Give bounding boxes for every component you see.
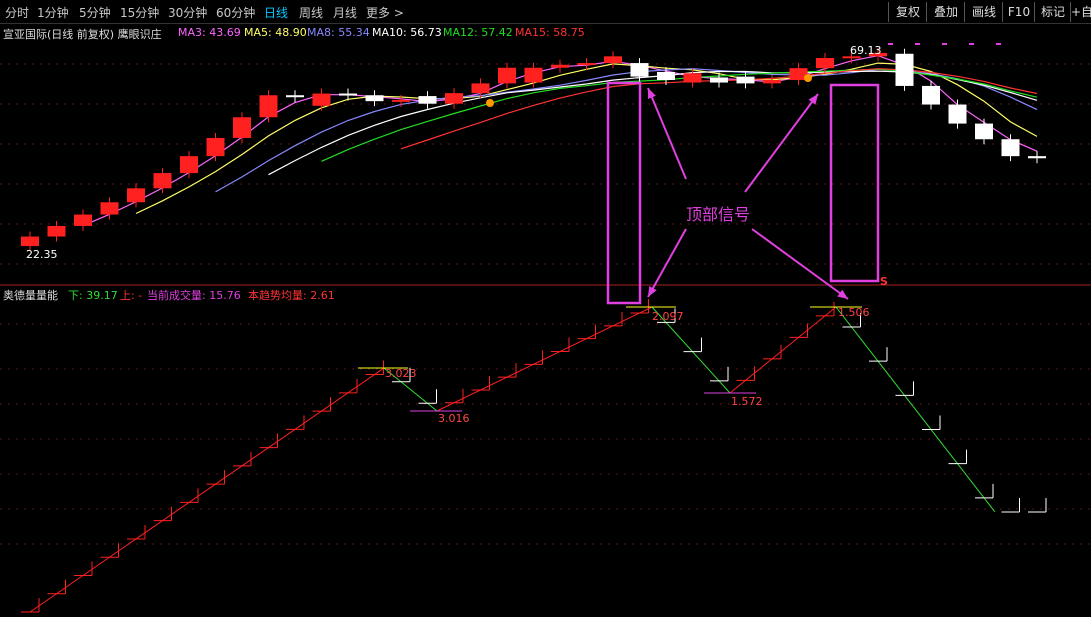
custom-button[interactable]: +自 [1070,2,1091,22]
signal-arrowhead [808,94,818,105]
candle [365,95,384,102]
candle [710,77,728,83]
overlay-button[interactable]: 叠加 [926,2,965,22]
period-tab-monthly[interactable]: 月线 [333,4,357,21]
indicator-trend-line [436,306,653,412]
candle [233,117,251,138]
candle [683,73,702,83]
candle [895,53,914,86]
mark-button[interactable]: 标记 [1034,2,1071,22]
candle [206,137,225,157]
candle [47,225,66,237]
moving-average-lines [82,55,1038,227]
candle [736,76,755,84]
candle [74,214,92,226]
period-tab-more[interactable]: 更多 > [366,4,404,21]
candle [418,96,437,104]
candle [1028,156,1046,159]
indicator-annotation: 3.023 [385,367,417,380]
signal-box [606,81,642,305]
period-tab-60min[interactable]: 60分钟 [216,4,255,21]
signal-box [829,83,880,283]
indicator-annotation: 1.506 [838,306,870,319]
candle [948,104,967,124]
candle [312,93,331,106]
period-tab-daily[interactable]: 日线 [264,4,288,21]
candle [604,56,622,64]
candle [524,67,543,83]
adjust-button[interactable]: 复权 [888,2,927,22]
indicator-annotation: 3.016 [438,412,470,425]
price-low-label: 22.35 [26,248,58,261]
candle [286,95,304,98]
period-tab-weekly[interactable]: 周线 [299,4,323,21]
signal-arrowhead [648,88,656,99]
price-high-label: 69.13 [850,44,882,57]
candle [763,80,781,84]
candle [630,63,649,77]
candle [180,156,198,174]
candle [339,93,357,96]
candle [127,188,145,203]
indicator-annotation: 1.572 [731,395,763,408]
signal-arrow [744,93,819,193]
period-tab-intraday[interactable]: 分时 [5,4,29,21]
candle [975,123,993,140]
period-tab-15min[interactable]: 15分钟 [120,4,159,21]
buy-dot [486,99,494,107]
candle [445,93,463,104]
indicator-trend-line [835,306,996,513]
f10-button[interactable]: F10 [1002,2,1035,22]
candle [657,71,675,80]
indicator-annotation: 2.097 [652,310,684,323]
signal-arrow [647,228,687,298]
ma-line [215,68,1038,193]
candle [922,85,940,105]
candle [21,236,39,247]
top-signal-label: 顶部信号 [686,205,750,224]
candle [551,64,569,68]
period-tab-30min[interactable]: 30分钟 [168,4,207,21]
ma-line [82,55,1038,227]
period-tab-1min[interactable]: 1分钟 [37,4,69,21]
ma-line [268,70,1038,176]
candle [816,58,834,69]
signal-arrow [647,87,687,180]
ma-line [321,68,1038,162]
candle [153,173,172,189]
candle [1001,139,1020,157]
chart-grid [0,63,1091,545]
sell-signal-marker: S [880,275,888,288]
indicator-series [21,299,1047,613]
candle [392,99,410,102]
period-tab-5min[interactable]: 5分钟 [79,4,111,21]
kline-chart[interactable]: 22.35 69.13 3.023 3.016 2.097 1.572 1.50… [0,24,1091,617]
candle [100,202,119,215]
candle [259,95,278,118]
draw-line-button[interactable]: 画线 [964,2,1003,22]
signal-arrowhead [837,289,848,299]
period-toolbar: 分时 1分钟 5分钟 15分钟 30分钟 60分钟 日线 周线 月线 更多 > … [0,0,1091,24]
buy-dot [804,74,812,82]
candlestick-series [21,47,1046,252]
candle [471,83,490,94]
candle [498,67,516,84]
candle [577,63,596,66]
